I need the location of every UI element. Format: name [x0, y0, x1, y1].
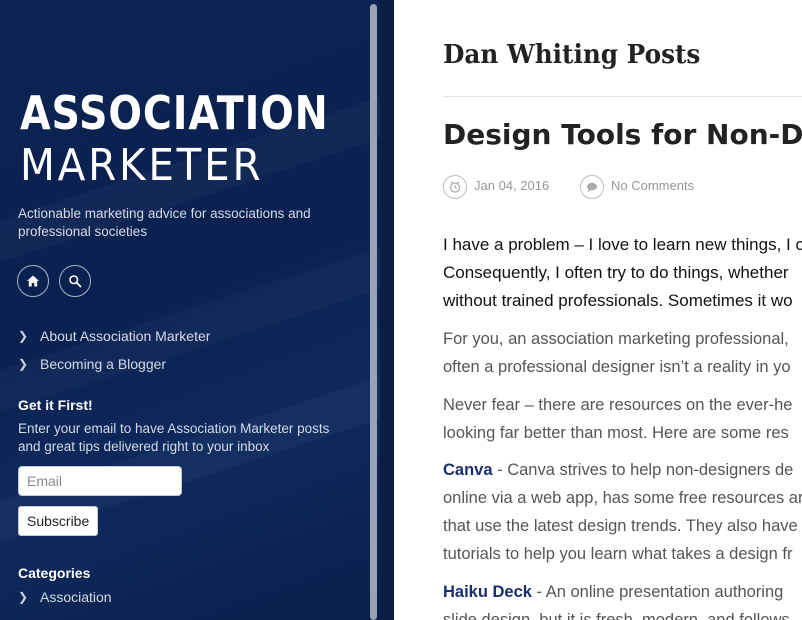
paragraph-line: looking far better than most. Here are s…: [443, 424, 789, 442]
sidebar-background-streak: [0, 214, 380, 425]
post-paragraph: For you, an association marketing profes…: [443, 325, 791, 381]
chevron-right-icon: ❯: [18, 357, 29, 371]
sidebar-item-becoming-a-blogger[interactable]: ❯ Becoming a Blogger: [18, 350, 210, 378]
paragraph-line: Never fear – there are resources on the …: [443, 396, 793, 414]
sidebar-nav: ❯ About Association Marketer ❯ Becoming …: [18, 322, 210, 378]
subscribe-button[interactable]: Subscribe: [18, 506, 99, 536]
canva-link[interactable]: Canva: [443, 461, 493, 479]
sidebar-scrollbar-thumb[interactable]: [370, 4, 377, 620]
title-divider: [443, 96, 802, 97]
post-paragraph: Canva - Canva strives to help non-design…: [443, 456, 802, 568]
haiku-deck-link[interactable]: Haiku Deck: [443, 583, 532, 601]
sidebar-item-label: About Association Marketer: [40, 328, 211, 344]
site-tagline: Actionable marketing advice for associat…: [18, 206, 311, 239]
site-logo-line1[interactable]: ASSOCIATION: [20, 86, 329, 140]
search-button[interactable]: [59, 265, 91, 297]
post-paragraph: Never fear – there are resources on the …: [443, 391, 792, 447]
post-date: Jan 04, 2016: [474, 178, 550, 193]
post-title[interactable]: Design Tools for Non-Desig: [443, 118, 802, 151]
paragraph-line: I have a problem – I love to learn new t…: [443, 235, 802, 254]
clock-icon: [443, 175, 467, 199]
search-icon: [69, 275, 82, 288]
email-field[interactable]: [18, 466, 182, 496]
home-button[interactable]: [17, 265, 49, 297]
signup-title: Get it First!: [18, 397, 93, 413]
paragraph-line: Haiku Deck - An online presentation auth…: [443, 578, 790, 606]
paragraph-line: For you, an association marketing profes…: [443, 330, 789, 348]
signup-description: Enter your email to have Association Mar…: [18, 421, 330, 454]
category-item-label: Association: [40, 589, 112, 605]
comment-icon: [580, 175, 604, 199]
sidebar-scrollbar-track[interactable]: [380, 0, 394, 620]
main-content: Dan Whiting Posts Design Tools for Non-D…: [394, 0, 802, 620]
post-comments-link[interactable]: No Comments: [611, 178, 694, 193]
sidebar: ASSOCIATION MARKETER Actionable marketin…: [0, 0, 380, 620]
paragraph-line: often a professional designer isn’t a re…: [443, 358, 791, 376]
sidebar-item-about[interactable]: ❯ About Association Marketer: [18, 322, 210, 350]
paragraph-line: Consequently, I often try to do things, …: [443, 263, 789, 282]
home-icon: [27, 275, 39, 287]
paragraph-line-text: - An online presentation authoring: [531, 583, 784, 601]
paragraph-line: slide design, but it is fresh, modern, a…: [443, 611, 790, 620]
chevron-right-icon: ❯: [18, 590, 29, 604]
paragraph-line: without trained professionals. Sometimes…: [443, 291, 793, 310]
paragraph-line: tutorials to help you learn what takes a…: [443, 545, 793, 563]
paragraph-line: Canva - Canva strives to help non-design…: [443, 456, 802, 484]
page-title: Dan Whiting Posts: [443, 40, 701, 70]
site-logo-line2[interactable]: MARKETER: [20, 140, 263, 191]
post-paragraph: I have a problem – I love to learn new t…: [443, 231, 802, 315]
chevron-right-icon: ❯: [18, 329, 29, 343]
sidebar-item-label: Becoming a Blogger: [40, 356, 167, 372]
categories-title: Categories: [18, 565, 91, 581]
paragraph-line-text: - Canva strives to help non-designers de: [492, 461, 794, 479]
post-paragraph: Haiku Deck - An online presentation auth…: [443, 578, 790, 620]
paragraph-line: that use the latest design trends. They …: [443, 517, 798, 535]
paragraph-line: online via a web app, has some free reso…: [443, 489, 802, 507]
category-item-association[interactable]: ❯ Association: [18, 589, 112, 605]
